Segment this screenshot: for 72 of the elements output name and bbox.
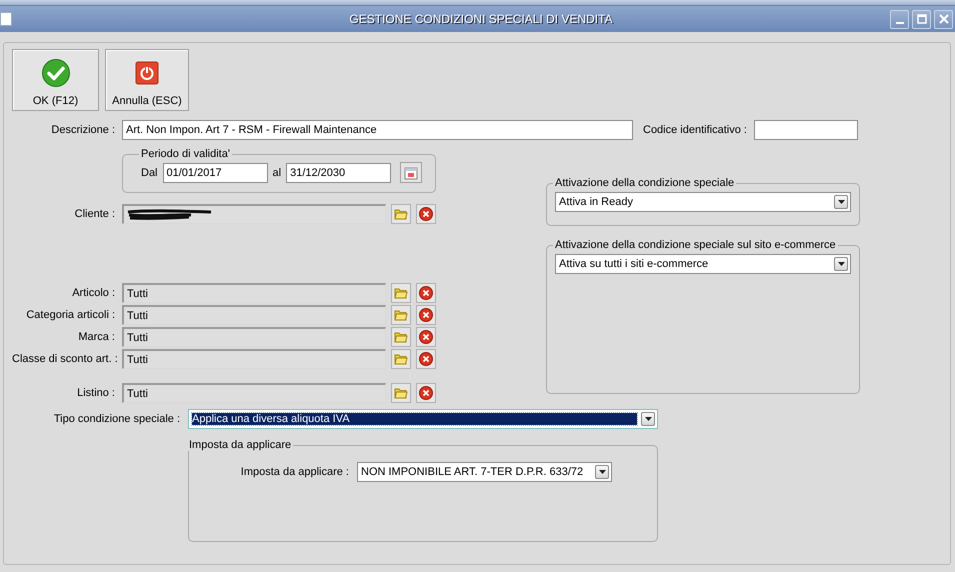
clear-icon bbox=[419, 352, 433, 366]
activation-dropdown[interactable]: Attiva in Ready bbox=[555, 192, 851, 212]
maximize-button[interactable] bbox=[912, 10, 931, 28]
browse-button[interactable] bbox=[391, 283, 411, 303]
minimize-icon bbox=[896, 22, 904, 24]
window-title: GESTIONE CONDIZIONI SPECIALI DI VENDITA bbox=[348, 12, 614, 26]
folder-icon bbox=[394, 387, 408, 399]
clear-button[interactable] bbox=[416, 305, 436, 325]
caret-icon bbox=[838, 200, 844, 204]
checkmark-icon bbox=[40, 58, 70, 88]
maximize-icon bbox=[916, 14, 926, 24]
field-label: Codice identificativo : bbox=[643, 124, 747, 136]
calendar-icon bbox=[404, 166, 418, 180]
folder-icon bbox=[394, 331, 408, 343]
date-field[interactable]: 31/12/2030 bbox=[286, 162, 392, 182]
group-title: Periodo di validita' bbox=[140, 148, 231, 160]
minimize-button[interactable] bbox=[890, 10, 909, 28]
field-label: Dal bbox=[141, 166, 158, 178]
field-label: Marca : bbox=[77, 331, 115, 343]
group-title: Attivazione della condizione speciale bbox=[554, 177, 736, 189]
calendar-button[interactable] bbox=[400, 162, 422, 183]
browse-button[interactable] bbox=[391, 383, 411, 403]
browse-button[interactable] bbox=[391, 204, 411, 224]
folder-icon bbox=[394, 353, 408, 365]
field-label: al bbox=[272, 166, 282, 178]
ecommerce-dropdown[interactable]: Attiva su tutti i siti e-commerce bbox=[555, 254, 851, 274]
field-label: Cliente : bbox=[74, 208, 115, 220]
browse-button[interactable] bbox=[391, 349, 411, 369]
field-label: Tipo condizione speciale : bbox=[52, 413, 180, 425]
caret-icon bbox=[644, 417, 652, 421]
lookup-field[interactable]: Tutti bbox=[122, 327, 386, 347]
close-icon bbox=[938, 14, 948, 24]
clear-icon bbox=[419, 207, 433, 221]
folder-icon bbox=[394, 287, 408, 299]
cancel-button[interactable]: Annulla (ESC) bbox=[105, 49, 189, 111]
clear-icon bbox=[419, 386, 433, 400]
field-label: Articolo : bbox=[71, 287, 115, 299]
caret-icon bbox=[838, 262, 844, 266]
group-title: Imposta da applicare bbox=[188, 439, 292, 451]
clear-button[interactable] bbox=[416, 204, 436, 224]
lookup-field[interactable]: Tutti bbox=[122, 349, 386, 369]
field-label: Listino : bbox=[76, 387, 115, 399]
condition-type-dropdown[interactable]: Applica una diversa aliquota IVA bbox=[188, 409, 658, 429]
window-icon bbox=[0, 12, 12, 26]
lookup-field[interactable]: Tutti bbox=[122, 283, 386, 303]
description-field[interactable]: Art. Non Impon. Art 7 - RSM - Firewall Maintenance bbox=[122, 120, 633, 140]
clear-button[interactable] bbox=[416, 349, 436, 369]
date-field[interactable]: 01/01/2017 bbox=[162, 162, 268, 182]
browse-button[interactable] bbox=[391, 327, 411, 347]
clear-icon bbox=[419, 286, 433, 300]
lookup-field[interactable]: Tutti bbox=[122, 305, 386, 325]
close-button[interactable] bbox=[934, 10, 953, 28]
clear-button[interactable] bbox=[416, 327, 436, 347]
folder-icon bbox=[394, 309, 408, 321]
lookup-field[interactable] bbox=[122, 204, 386, 224]
field-label: Descrizione : bbox=[50, 124, 115, 136]
group-title: Attivazione della condizione speciale sul sito e-commerce bbox=[554, 239, 837, 251]
field-label: Classe di sconto art. : bbox=[12, 353, 115, 365]
ok-button[interactable]: OK (F12) bbox=[12, 49, 99, 111]
clear-icon bbox=[419, 308, 433, 322]
browse-button[interactable] bbox=[391, 305, 411, 325]
clear-button[interactable] bbox=[416, 283, 436, 303]
field-label: Categoria articoli : bbox=[25, 309, 115, 321]
lookup-field[interactable]: Tutti bbox=[122, 383, 386, 403]
caret-icon bbox=[598, 470, 606, 474]
tax-dropdown[interactable]: NON IMPONIBILE ART. 7-TER D.P.R. 633/72 bbox=[357, 462, 612, 482]
field-label: Imposta da applicare : bbox=[240, 466, 349, 478]
power-icon bbox=[135, 61, 159, 85]
folder-icon bbox=[394, 208, 408, 220]
clear-icon bbox=[419, 330, 433, 344]
code-field[interactable] bbox=[754, 120, 858, 140]
clear-button[interactable] bbox=[416, 383, 436, 403]
